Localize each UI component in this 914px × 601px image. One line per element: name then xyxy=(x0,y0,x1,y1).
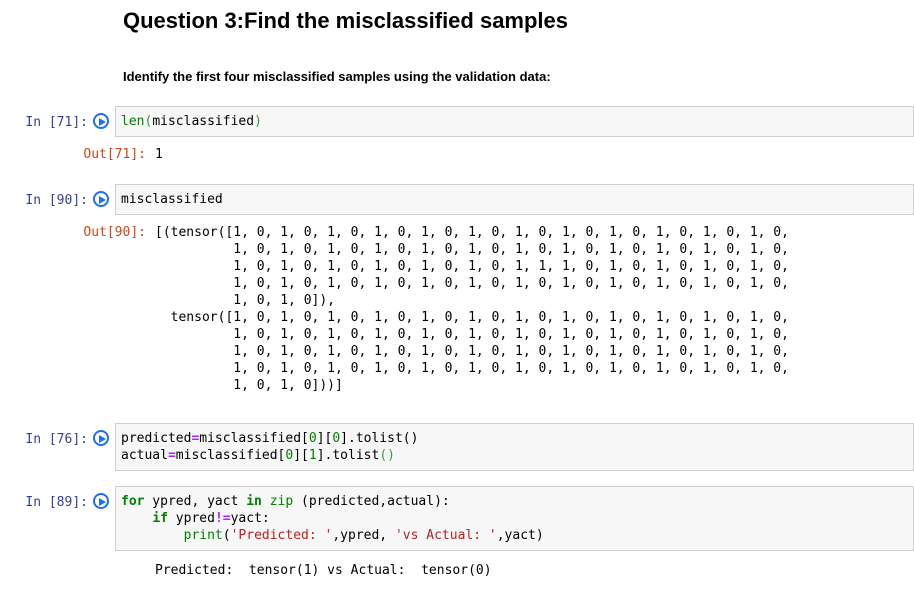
code-token: misclassified[ xyxy=(175,448,286,463)
output-line: 1, 0, 1, 0]))] xyxy=(155,378,343,393)
code-cell-89[interactable]: for ypred, yact in zip (predicted,actual… xyxy=(115,486,914,551)
run-cell-icon[interactable] xyxy=(93,430,109,446)
code-line: if ypred!=yact: xyxy=(121,510,908,527)
output-line: tensor([1, 0, 1, 0, 1, 0, 1, 0, 1, 0, 1,… xyxy=(155,310,789,325)
code-token: if xyxy=(152,511,168,526)
in-prompt-71: In [71]: xyxy=(25,115,88,130)
code-token: ypred xyxy=(167,511,215,526)
code-token: ,yact) xyxy=(496,528,544,543)
code-token: print xyxy=(183,528,223,543)
output-line: 1, 0, 1, 0]), xyxy=(155,293,336,308)
output-71: 1 xyxy=(155,146,163,163)
out-prompt-71: Out[71]: xyxy=(83,147,146,162)
code-token: 0 xyxy=(308,431,317,446)
code-token: 1 xyxy=(308,448,317,463)
output-line: 1, 0, 1, 0, 1, 0, 1, 0, 1, 0, 1, 0, 1, 0… xyxy=(155,361,789,376)
output-line: 1, 0, 1, 0, 1, 0, 1, 0, 1, 0, 1, 0, 1, 0… xyxy=(155,276,789,291)
code-line: print('Predicted: ',ypred, 'vs Actual: '… xyxy=(121,527,908,544)
code-token: 0 xyxy=(332,431,341,446)
code-token: misclassified[ xyxy=(199,431,309,446)
code-token: 'vs Actual: ' xyxy=(394,528,497,543)
output-line: 1, 0, 1, 0, 1, 0, 1, 0, 1, 0, 1, 0, 1, 0… xyxy=(155,344,789,359)
output-line: 1 xyxy=(155,147,163,162)
code-token: ].tolist xyxy=(316,448,380,463)
code-cell-90[interactable]: misclassified xyxy=(115,184,914,215)
code-line: len(misclassified) xyxy=(121,113,908,130)
code-token: misclassified xyxy=(121,192,223,207)
output-line: [(tensor([1, 0, 1, 0, 1, 0, 1, 0, 1, 0, … xyxy=(155,225,789,240)
out-prompt-90: Out[90]: xyxy=(83,225,146,240)
in-prompt-90: In [90]: xyxy=(25,193,88,208)
code-token: ypred, yact xyxy=(144,494,247,509)
code-token: ) xyxy=(254,114,262,129)
code-token: ( xyxy=(222,528,231,543)
section-heading: Question 3:Find the misclassified sample… xyxy=(123,8,569,33)
code-line: actual=misclassified[0][1].tolist() xyxy=(121,447,908,464)
code-token: actual xyxy=(121,448,168,463)
code-token: zip xyxy=(269,494,294,509)
code-cell-71[interactable]: len(misclassified) xyxy=(115,106,914,137)
code-line: misclassified xyxy=(121,191,908,208)
code-token: len xyxy=(121,114,145,129)
code-token: ].tolist() xyxy=(340,431,419,446)
in-prompt-76: In [76]: xyxy=(25,432,88,447)
code-token: in xyxy=(246,494,262,509)
output-line: 1, 0, 1, 0, 1, 0, 1, 0, 1, 0, 1, 0, 1, 0… xyxy=(155,242,789,257)
code-token: ,ypred, xyxy=(332,528,395,543)
in-prompt-89: In [89]: xyxy=(25,495,88,510)
instruction-text: Identify the first four misclassified sa… xyxy=(123,69,551,84)
code-token: != xyxy=(214,511,231,526)
code-token: predicted xyxy=(121,431,192,446)
run-cell-icon[interactable] xyxy=(93,493,109,509)
code-token: 'Predicted: ' xyxy=(230,528,333,543)
output-line: 1, 0, 1, 0, 1, 0, 1, 0, 1, 0, 1, 0, 1, 0… xyxy=(155,327,789,342)
code-token: () xyxy=(379,448,395,463)
run-cell-icon[interactable] xyxy=(93,191,109,207)
code-cell-76[interactable]: predicted=misclassified[0][0].tolist() ac… xyxy=(115,423,914,471)
run-cell-icon[interactable] xyxy=(93,113,109,129)
output-line: Predicted: tensor(1) vs Actual: tensor(0… xyxy=(155,563,492,578)
output-90: [(tensor([1, 0, 1, 0, 1, 0, 1, 0, 1, 0, … xyxy=(155,224,789,394)
code-token: for xyxy=(121,494,145,509)
code-token: = xyxy=(167,448,176,463)
output-line: 1, 0, 1, 0, 1, 0, 1, 0, 1, 0, 1, 0, 1, 1… xyxy=(155,259,789,274)
code-token: misclassified xyxy=(152,114,255,129)
code-line: predicted=misclassified[0][0].tolist() xyxy=(121,430,908,447)
code-token: (predicted,actual): xyxy=(293,494,450,509)
code-token: ][ xyxy=(316,431,333,446)
code-token: yact: xyxy=(230,511,270,526)
code-token: ][ xyxy=(293,448,309,463)
output-89: Predicted: tensor(1) vs Actual: tensor(0… xyxy=(155,562,492,579)
code-line: for ypred, yact in zip (predicted,actual… xyxy=(121,493,908,510)
